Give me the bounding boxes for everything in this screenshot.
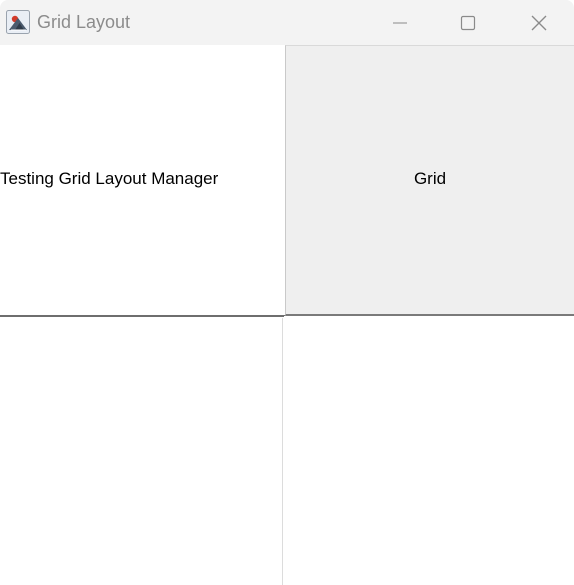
title-bar[interactable]: Grid Layout bbox=[0, 0, 574, 45]
java-app-icon[interactable] bbox=[6, 10, 30, 34]
minimize-icon bbox=[393, 22, 407, 23]
close-icon bbox=[531, 15, 547, 30]
maximize-icon bbox=[460, 15, 476, 30]
application-window: Grid Layout Testing Grid Layout Manager … bbox=[0, 0, 574, 585]
maximize-button[interactable] bbox=[445, 0, 491, 45]
empty-grid-cell-left bbox=[0, 318, 283, 585]
empty-grid-cell-right bbox=[284, 316, 574, 585]
minimize-button[interactable] bbox=[377, 0, 423, 45]
cell-divider bbox=[282, 318, 283, 585]
grid-button-label: Grid bbox=[413, 169, 447, 188]
testing-label: Testing Grid Layout Manager bbox=[0, 169, 219, 188]
window-title: Grid Layout bbox=[37, 12, 131, 32]
grid-cell-label: Testing Grid Layout Manager bbox=[0, 45, 285, 317]
close-button[interactable] bbox=[516, 0, 562, 45]
grid-button[interactable]: Grid bbox=[285, 45, 574, 316]
